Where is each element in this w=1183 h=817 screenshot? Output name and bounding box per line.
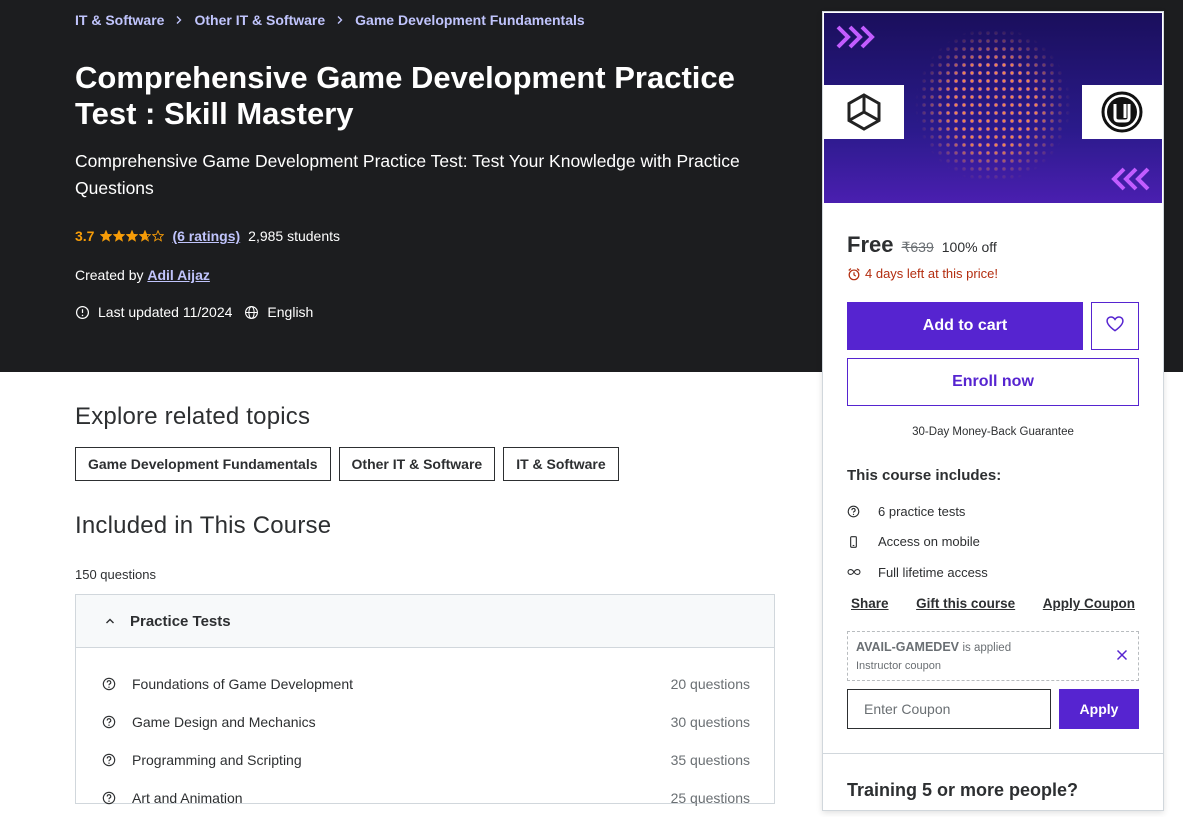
question-circle-icon [102,753,116,767]
price-timer: 4 days left at this price! [847,266,998,281]
alarm-clock-icon [847,267,861,281]
globe-icon [244,305,259,320]
student-count: 2,985 students [248,228,341,244]
accordion-title: Practice Tests [130,612,231,630]
star-icon [139,230,152,242]
question-circle-icon [102,715,116,729]
practice-tests-accordion: Practice Tests Foundations of Game Devel… [75,594,775,806]
created-by-label: Created by [75,267,144,283]
topic-game-dev-fundamentals[interactable]: Game Development Fundamentals [75,447,331,481]
include-practice-tests: 6 practice tests [878,503,966,519]
money-back-guarantee: 30-Day Money-Back Guarantee [912,426,1074,438]
question-count: 150 questions [75,567,156,582]
coupon-code-line: AVAIL-GAMEDEV is applied [856,640,1130,654]
accordion-header[interactable]: Practice Tests [76,595,774,648]
star-icon [126,230,139,242]
apply-coupon-link[interactable]: Apply Coupon [1039,596,1139,611]
chevron-up-icon [104,615,116,627]
includes-title: This course includes: [847,467,1002,484]
question-circle-icon [102,677,116,691]
list-item: Foundations of Game Development 20 quest… [76,665,774,703]
course-preview-image[interactable] [824,13,1162,203]
test-name: Foundations of Game Development [132,676,354,692]
related-topics: Game Development Fundamentals Other IT &… [75,447,619,481]
instructor-link[interactable]: Adil Aijaz [147,267,210,283]
course-title: Comprehensive Game Development Practice … [75,60,735,131]
star-icon [152,230,165,242]
test-question-count: 30 questions [670,714,750,730]
includes-list: 6 practice tests Access on mobile Full l… [847,496,988,588]
test-name: Art and Animation [132,790,243,806]
ratings-link[interactable]: (6 ratings) [172,228,240,244]
timer-text: 4 days left at this price! [865,266,998,281]
enroll-now-button[interactable]: Enroll now [847,358,1139,406]
included-heading: Included in This Course [75,512,332,539]
card-divider [823,753,1163,754]
chevron-right-icon [174,15,184,25]
coupon-applied-text: is applied [962,642,1012,654]
gift-course-link[interactable]: Gift this course [912,596,1019,611]
test-name: Game Design and Mechanics [132,714,316,730]
list-item: Programming and Scripting 35 questions [76,741,774,779]
card-links: Share Gift this course Apply Coupon [847,596,1139,611]
close-icon[interactable] [1116,649,1128,661]
current-price: Free [847,232,894,257]
training-heading: Training 5 or more people? [847,780,1079,800]
rating-row: 3.7 (6 ratings) 2,985 students [75,228,340,244]
purchase-card: Free ₹639 100% off 4 days left at this p… [822,11,1164,811]
infinity-icon [847,567,863,577]
rating-number: 3.7 [75,228,95,244]
star-rating [100,230,165,242]
breadcrumb-other-it-software[interactable]: Other IT & Software [194,12,325,28]
star-icon [113,230,126,242]
list-item: 6 practice tests [847,496,988,527]
topic-other-it-software[interactable]: Other IT & Software [338,447,496,481]
alert-clock-icon [75,305,90,320]
last-updated: Last updated 11/2024 [98,304,233,320]
applied-coupon: AVAIL-GAMEDEV is applied Instructor coup… [847,631,1139,681]
apply-coupon-button[interactable]: Apply [1059,689,1139,729]
breadcrumb-game-dev-fundamentals[interactable]: Game Development Fundamentals [355,12,585,28]
test-question-count: 35 questions [670,752,750,768]
course-meta: Last updated 11/2024 English [75,304,313,320]
heart-icon [1105,314,1125,339]
price-row: Free ₹639 100% off [847,232,997,258]
coupon-input[interactable] [847,689,1051,729]
course-language: English [267,304,314,320]
question-circle-icon [847,505,863,518]
related-topics-heading: Explore related topics [75,403,311,430]
question-circle-icon [102,791,116,805]
breadcrumb-it-software[interactable]: IT & Software [75,12,164,28]
test-question-count: 20 questions [670,676,750,692]
breadcrumb: IT & Software Other IT & Software Game D… [75,12,585,28]
test-list: Foundations of Game Development 20 quest… [76,648,774,817]
include-lifetime-access: Full lifetime access [878,564,988,580]
coupon-code: AVAIL-GAMEDEV [856,640,960,654]
star-icon [100,230,113,242]
add-to-cart-button[interactable]: Add to cart [847,302,1083,350]
test-question-count: 25 questions [670,790,750,806]
include-mobile-access: Access on mobile [878,534,980,550]
list-item: Game Design and Mechanics 30 questions [76,703,774,741]
mobile-phone-icon [847,535,863,549]
course-subtitle: Comprehensive Game Development Practice … [75,151,740,198]
original-price: ₹639 [901,239,934,255]
share-link[interactable]: Share [847,596,893,611]
coupon-type: Instructor coupon [856,660,941,672]
list-item: Full lifetime access [847,557,988,588]
list-item: Art and Animation 25 questions [76,779,774,817]
chevron-right-icon [335,15,345,25]
topic-it-software[interactable]: IT & Software [503,447,619,481]
discount-percent: 100% off [941,239,997,255]
test-name: Programming and Scripting [132,752,302,768]
created-by: Created by Adil Aijaz [75,267,210,283]
wishlist-button[interactable] [1091,302,1139,350]
list-item: Access on mobile [847,527,988,558]
